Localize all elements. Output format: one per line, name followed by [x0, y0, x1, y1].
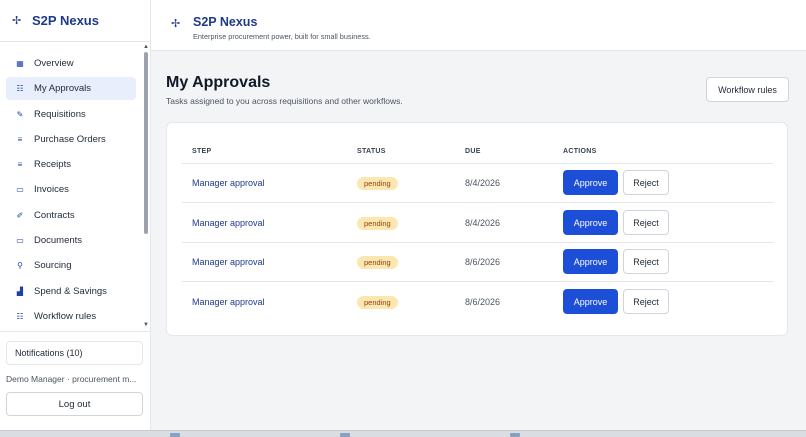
status-badge: pending — [357, 217, 398, 230]
status-badge: pending — [357, 177, 398, 190]
table-row: Manager approval pending 8/4/2026 Approve Re… — [167, 203, 789, 242]
header-app-name: S2P Nexus — [193, 15, 258, 29]
table-row: Manager approval pending 8/4/2026 Approve Re… — [167, 163, 789, 202]
approve-button[interactable]: Approve — [563, 210, 618, 235]
taskbar-app-icon[interactable] — [170, 433, 180, 437]
table-row: Manager approval pending 8/6/2026 Approve Re… — [167, 282, 789, 321]
sidebar-item-label: My Approvals — [34, 83, 92, 95]
table-row: Manager approval pending 8/6/2026 Approve Re… — [167, 242, 789, 281]
document-edit-icon: ✎ — [16, 109, 24, 119]
sidebar-item-label: Requisitions — [34, 108, 86, 120]
column-header-step: STEP — [192, 148, 212, 155]
status-badge: pending — [357, 256, 398, 269]
logout-button[interactable]: Log out — [6, 392, 143, 416]
sidebar-item-sourcing[interactable]: ⚲ Sourcing — [6, 254, 136, 277]
sidebar-item-my-approvals[interactable]: ☷ My Approvals — [6, 77, 136, 101]
scroll-down-arrow-icon[interactable]: ▼ — [143, 322, 149, 328]
reject-button[interactable]: Reject — [623, 170, 669, 195]
due-date: 8/4/2026 — [465, 218, 501, 228]
sidebar: ✢ S2P Nexus ▦ Overview ☷ My Approvals ✎ Requi… — [0, 0, 151, 430]
reject-button[interactable]: Reject — [623, 210, 669, 235]
top-header: ✢ S2P Nexus Enterprise procurement power… — [151, 0, 806, 51]
due-date: 8/6/2026 — [465, 257, 501, 267]
invoice-icon: ▭ — [16, 185, 24, 195]
due-date: 8/4/2026 — [465, 178, 501, 188]
folder-icon: ▭ — [16, 236, 24, 246]
contract-icon: ✐ — [16, 210, 24, 220]
reject-button[interactable]: Reject — [623, 289, 669, 314]
column-header-status: STATUS — [357, 148, 386, 155]
taskbar-app-icon[interactable] — [340, 433, 350, 437]
sidebar-item-label: Overview — [34, 58, 74, 69]
sidebar-item-purchase-orders[interactable]: ≡ Purchase Orders — [6, 128, 136, 151]
list-icon: ≡ — [17, 134, 23, 144]
sidebar-item-label: Purchase Orders — [34, 133, 106, 145]
sidebar-item-spend-savings[interactable]: ▟ Spend & Savings — [6, 280, 136, 303]
sourcing-icon: ⚲ — [17, 261, 23, 271]
scrollbar-thumb[interactable] — [144, 52, 148, 234]
app-window: ✢ S2P Nexus ▦ Overview ☷ My Approvals ✎ Requi… — [0, 0, 806, 430]
list-icon: ≡ — [17, 160, 23, 170]
approve-button[interactable]: Approve — [563, 249, 618, 274]
approvals-table: STEP STATUS DUE ACTIONS Manager approval… — [166, 122, 788, 336]
notifications-button[interactable]: Notifications (10) — [6, 341, 143, 365]
sidebar-item-workflow-rules[interactable]: ☷ Workflow rules — [6, 305, 136, 328]
sidebar-item-label: Documents — [34, 235, 83, 247]
page-subtitle: Tasks assigned to you across requisition… — [166, 96, 403, 106]
sidebar-item-requisitions[interactable]: ✎ Requisitions — [6, 103, 136, 126]
step-link[interactable]: Manager approval — [192, 297, 265, 307]
grid-icon: ▦ — [16, 59, 24, 68]
sidebar-item-documents[interactable]: ▭ Documents — [6, 229, 136, 252]
column-header-actions: ACTIONS — [563, 148, 597, 155]
column-header-due: DUE — [465, 148, 481, 155]
network-logo-icon: ✢ — [171, 18, 181, 30]
sidebar-item-label: Spend & Savings — [34, 285, 107, 297]
chart-icon: ▟ — [16, 286, 24, 296]
approve-button[interactable]: Approve — [563, 289, 618, 314]
sidebar-item-label: Sourcing — [34, 260, 72, 272]
sidebar-brand-title: S2P Nexus — [32, 13, 99, 28]
os-taskbar — [0, 430, 806, 437]
network-logo-icon: ✢ — [12, 15, 22, 27]
due-date: 8/6/2026 — [465, 297, 501, 307]
step-link[interactable]: Manager approval — [192, 257, 265, 267]
checklist-icon: ☷ — [16, 84, 24, 94]
step-link[interactable]: Manager approval — [192, 218, 265, 228]
approve-button[interactable]: Approve — [563, 170, 618, 195]
sidebar-item-label: Invoices — [34, 184, 69, 196]
step-link[interactable]: Manager approval — [192, 178, 265, 188]
sidebar-footer: Notifications (10) Demo Manager · procur… — [0, 331, 151, 430]
status-badge: pending — [357, 296, 398, 309]
sidebar-item-invoices[interactable]: ▭ Invoices — [6, 178, 136, 201]
current-user: Demo Manager · procurement m... — [6, 374, 137, 384]
sidebar-scrollbar[interactable]: ▲ ▼ — [143, 44, 149, 328]
sidebar-item-label: Receipts — [34, 159, 71, 171]
sidebar-item-overview[interactable]: ▦ Overview — [6, 52, 136, 75]
reject-button[interactable]: Reject — [623, 249, 669, 274]
sidebar-item-label: Workflow rules — [34, 310, 97, 322]
sidebar-item-contracts[interactable]: ✐ Contracts — [6, 204, 136, 227]
sidebar-item-label: Contracts — [34, 209, 75, 221]
taskbar-app-icon[interactable] — [510, 433, 520, 437]
sidebar-item-receipts[interactable]: ≡ Receipts — [6, 153, 136, 176]
scroll-up-arrow-icon[interactable]: ▲ — [143, 44, 149, 50]
workflow-rules-button[interactable]: Workflow rules — [706, 77, 789, 102]
workflow-icon: ☷ — [16, 311, 24, 321]
page-title: My Approvals — [166, 74, 271, 91]
header-tagline: Enterprise procurement power, built for … — [193, 32, 371, 41]
main-content: ✢ S2P Nexus Enterprise procurement power… — [151, 0, 806, 430]
sidebar-brand[interactable]: ✢ S2P Nexus — [0, 0, 150, 42]
sidebar-nav: ▦ Overview ☷ My Approvals ✎ Requisitions ≡ Purc… — [6, 52, 136, 330]
